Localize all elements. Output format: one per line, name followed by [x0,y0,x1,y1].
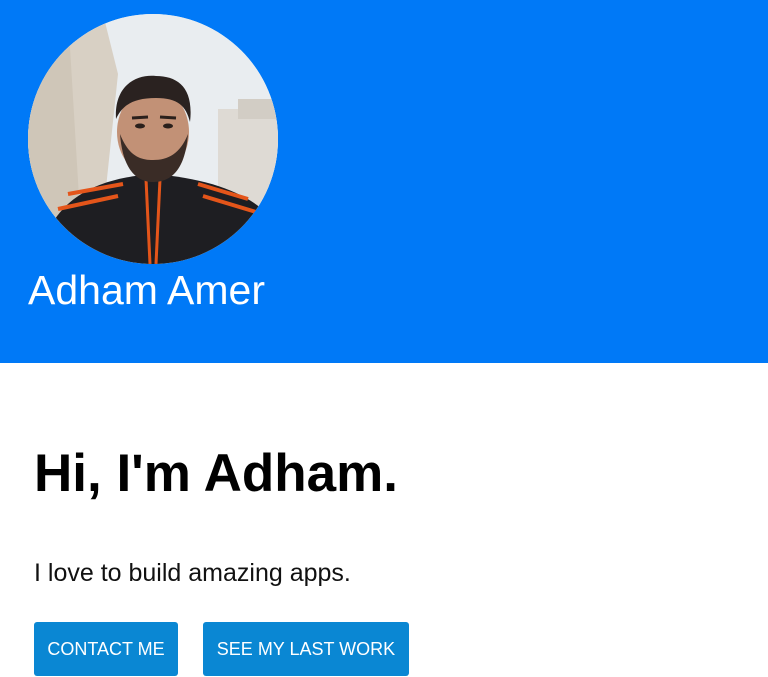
greeting-heading: Hi, I'm Adham. [34,444,399,503]
profile-name: Adham Amer [28,267,265,313]
profile-photo [28,14,278,264]
profile-header: Adham Amer [0,0,768,363]
contact-me-button[interactable]: CONTACT ME [34,622,178,676]
avatar [28,14,278,264]
tagline: I love to build amazing apps. [34,559,351,587]
see-last-work-button[interactable]: SEE MY LAST WORK [203,622,409,676]
